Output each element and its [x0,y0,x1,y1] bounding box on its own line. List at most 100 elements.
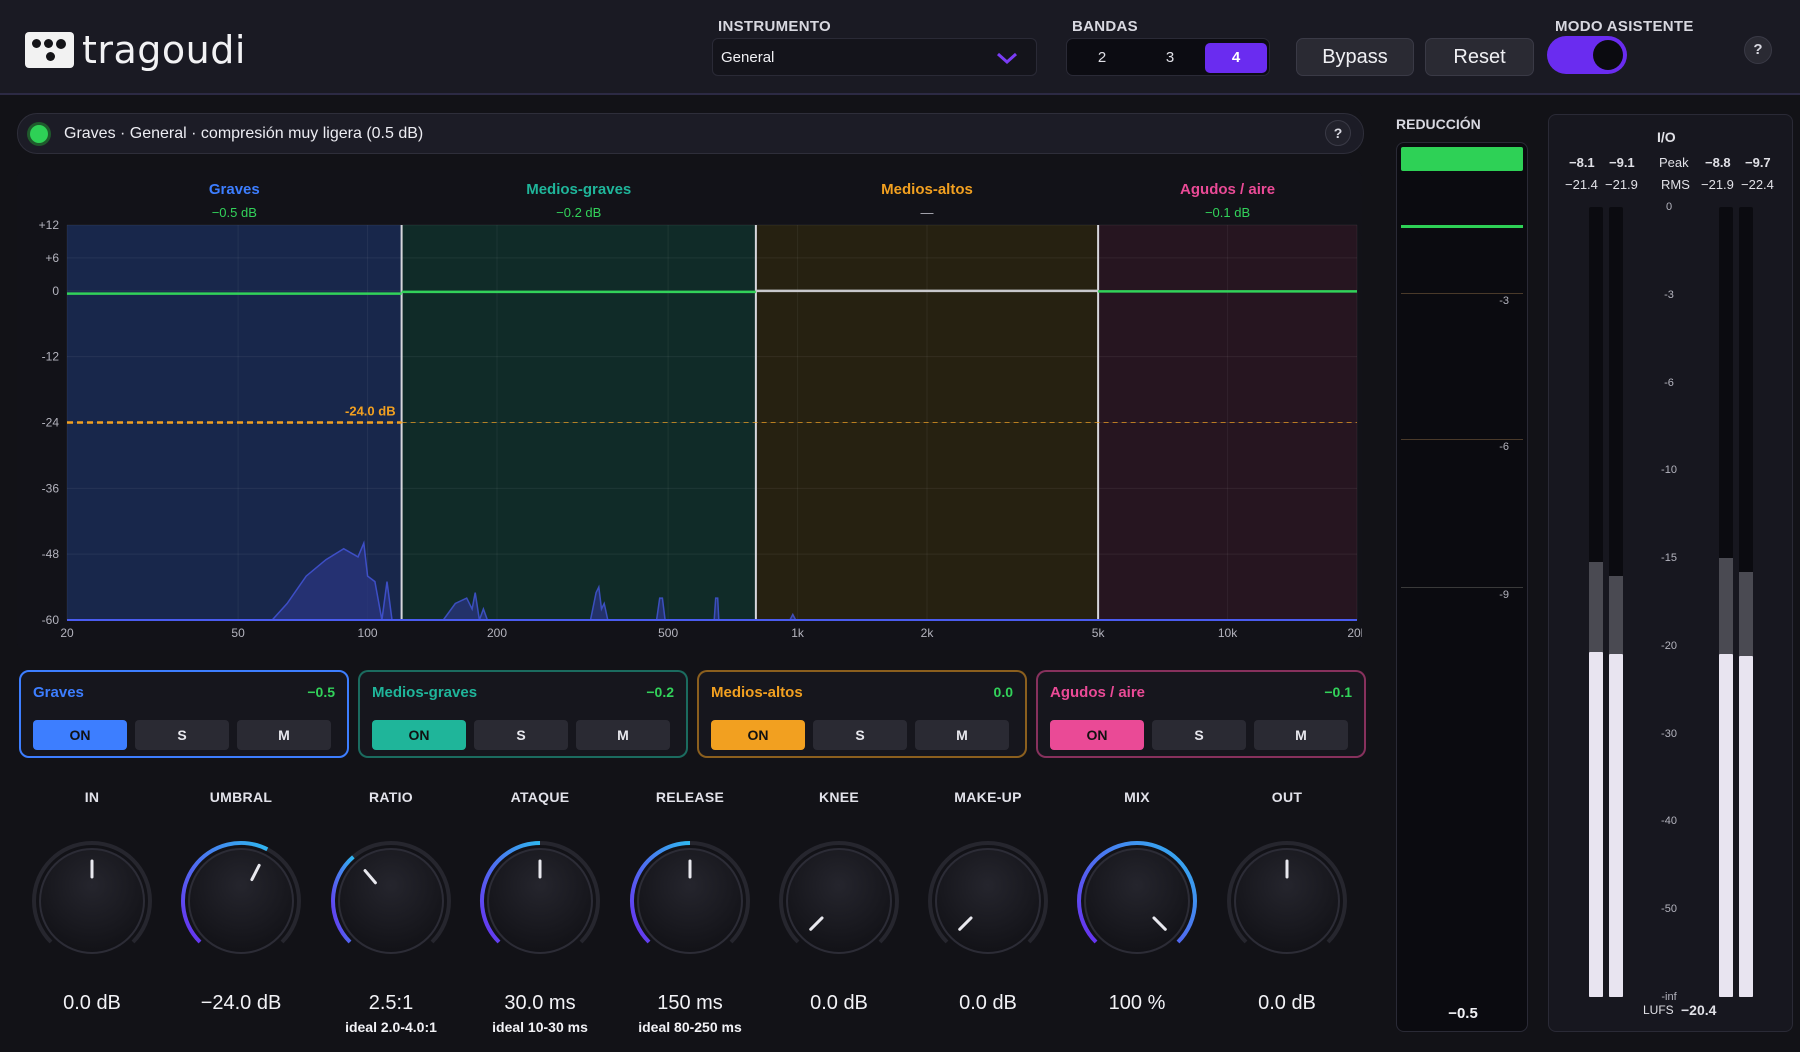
band-on-button[interactable]: ON [33,720,127,750]
knob-label: OUT [1271,789,1303,805]
x-tick-label: 50 [231,626,245,640]
knob-value: −24.0 dB [200,992,282,1014]
band-graph-canvas[interactable]: Graves −0.5 dB Medios-graves −0.2 dB Medios-… [17,170,1362,650]
threshold-label: -24.0 dB [345,404,396,419]
knob-release[interactable] [625,836,755,966]
assistant-label: MODO ASISTENTE [1555,18,1694,35]
knob-label: MAKE-UP [954,789,1022,805]
knob-mix[interactable] [1072,836,1202,966]
x-tick-label: 10k [1218,626,1238,640]
knob-ataque[interactable] [475,836,605,966]
level-meter-1 [1609,207,1623,997]
band-card-gain-reduction: −0.1 [1324,684,1352,700]
band-card-name: Agudos / aire [1050,684,1146,701]
knob-knee[interactable] [774,836,904,966]
io-scale-tick: -15 [1661,552,1677,565]
bands-option-4[interactable]: 4 [1205,43,1267,73]
status-bar: Graves · General · compresión muy ligera… [17,113,1364,154]
reset-button[interactable]: Reset [1425,38,1534,76]
peak-out-right: −9.7 [1745,155,1771,170]
band-on-button[interactable]: ON [1050,720,1144,750]
band-card-2[interactable]: Medios-altos 0.0 ON S M [697,670,1027,758]
reduction-tick-6: -6 [1499,441,1509,453]
reduction-gridline [1401,293,1523,294]
top-bar: tragoudi INSTRUMENTO General BANDAS 2 3 … [0,0,1800,95]
rms-in-right: −21.9 [1605,177,1638,192]
band-title: Medios-altos [881,181,973,198]
rms-fill [1589,652,1603,997]
rms-label: RMS [1661,177,1690,192]
rms-fill [1719,653,1733,997]
knob-umbral[interactable] [176,836,306,966]
assistant-toggle[interactable] [1547,36,1627,74]
knob-label: KNEE [818,789,860,805]
band-reduction: −0.2 dB [556,205,601,220]
rms-fill [1609,653,1623,997]
band-mute-button[interactable]: M [1254,720,1348,750]
knob-in[interactable] [27,836,157,966]
peak-in-right: −9.1 [1609,155,1635,170]
level-meter-3 [1739,207,1753,997]
x-tick-label: 5k [1092,626,1106,640]
reduction-value: −0.5 [1448,1005,1478,1022]
x-tick-label: 500 [658,626,678,640]
reduction-hold-line [1401,225,1523,228]
level-meter-2 [1719,207,1733,997]
band-solo-button[interactable]: S [813,720,907,750]
band-graph[interactable]: Graves −0.5 dB Medios-graves −0.2 dB Medios-… [17,170,1362,650]
knob-ratio[interactable] [326,836,456,966]
reduction-meter: -3 -6 -9 −0.5 [1396,142,1528,1032]
status-led [30,125,48,143]
knob-ideal-hint: ideal 80-250 ms [638,1019,742,1035]
x-tick-label: 200 [487,626,507,640]
band-mute-button[interactable]: M [237,720,331,750]
band-on-button[interactable]: ON [372,720,466,750]
band-card-0[interactable]: Graves −0.5 ON S M [19,670,349,758]
knob-value: 150 ms [657,992,723,1014]
io-title: I/O [1657,129,1676,145]
band-solo-button[interactable]: S [474,720,568,750]
instrument-select[interactable]: General [712,38,1037,76]
x-tick-label: 100 [358,626,378,640]
knob-label: RELEASE [655,789,725,805]
knob-label: ATAQUE [510,789,570,805]
bypass-button[interactable]: Bypass [1296,38,1414,76]
band-card-gain-reduction: −0.5 [307,684,335,700]
bands-option-3[interactable]: 3 [1139,43,1201,73]
band-reduction: −0.5 dB [212,205,257,220]
help-button[interactable]: ? [1744,36,1772,64]
band-card-3[interactable]: Agudos / aire −0.1 ON S M [1036,670,1366,758]
rms-out-right: −22.4 [1741,177,1774,192]
knob-out[interactable] [1222,836,1352,966]
knob-value: 100 % [1108,992,1166,1014]
band-mute-button[interactable]: M [576,720,670,750]
peak-in-left: −8.1 [1569,155,1595,170]
band-solo-button[interactable]: S [135,720,229,750]
band-on-button[interactable]: ON [711,720,805,750]
knob-label: IN [84,789,100,805]
brand-name: tragoudi [82,28,246,72]
reduction-label: REDUCCIÓN [1396,116,1481,132]
knob-make-up[interactable] [923,836,1053,966]
peak-label: Peak [1659,155,1689,170]
toggle-knob [1593,40,1623,70]
band-card-gain-reduction: −0.2 [646,684,674,700]
x-tick-label: 20k [1347,626,1362,640]
band-mute-button[interactable]: M [915,720,1009,750]
chevron-down-icon [997,52,1017,64]
y-tick-label: -60 [42,613,60,627]
io-scale-tick: -10 [1661,464,1677,477]
io-scale-tick: -50 [1661,903,1677,916]
reduction-tick-3: -3 [1499,295,1509,307]
x-tick-label: 2k [921,626,935,640]
status-help-button[interactable]: ? [1325,120,1351,146]
status-text: Graves · General · compresión muy ligera… [64,125,424,142]
band-solo-button[interactable]: S [1152,720,1246,750]
knob-label: UMBRAL [209,789,273,805]
reduction-gridline [1401,439,1523,440]
io-meter: I/O −8.1 −9.1 Peak −8.8 −9.7 −21.4 −21.9… [1548,114,1793,1032]
band-card-1[interactable]: Medios-graves −0.2 ON S M [358,670,688,758]
bands-option-2[interactable]: 2 [1071,43,1133,73]
io-scale-tick: -30 [1661,727,1677,740]
instrument-label: INSTRUMENTO [718,18,832,35]
